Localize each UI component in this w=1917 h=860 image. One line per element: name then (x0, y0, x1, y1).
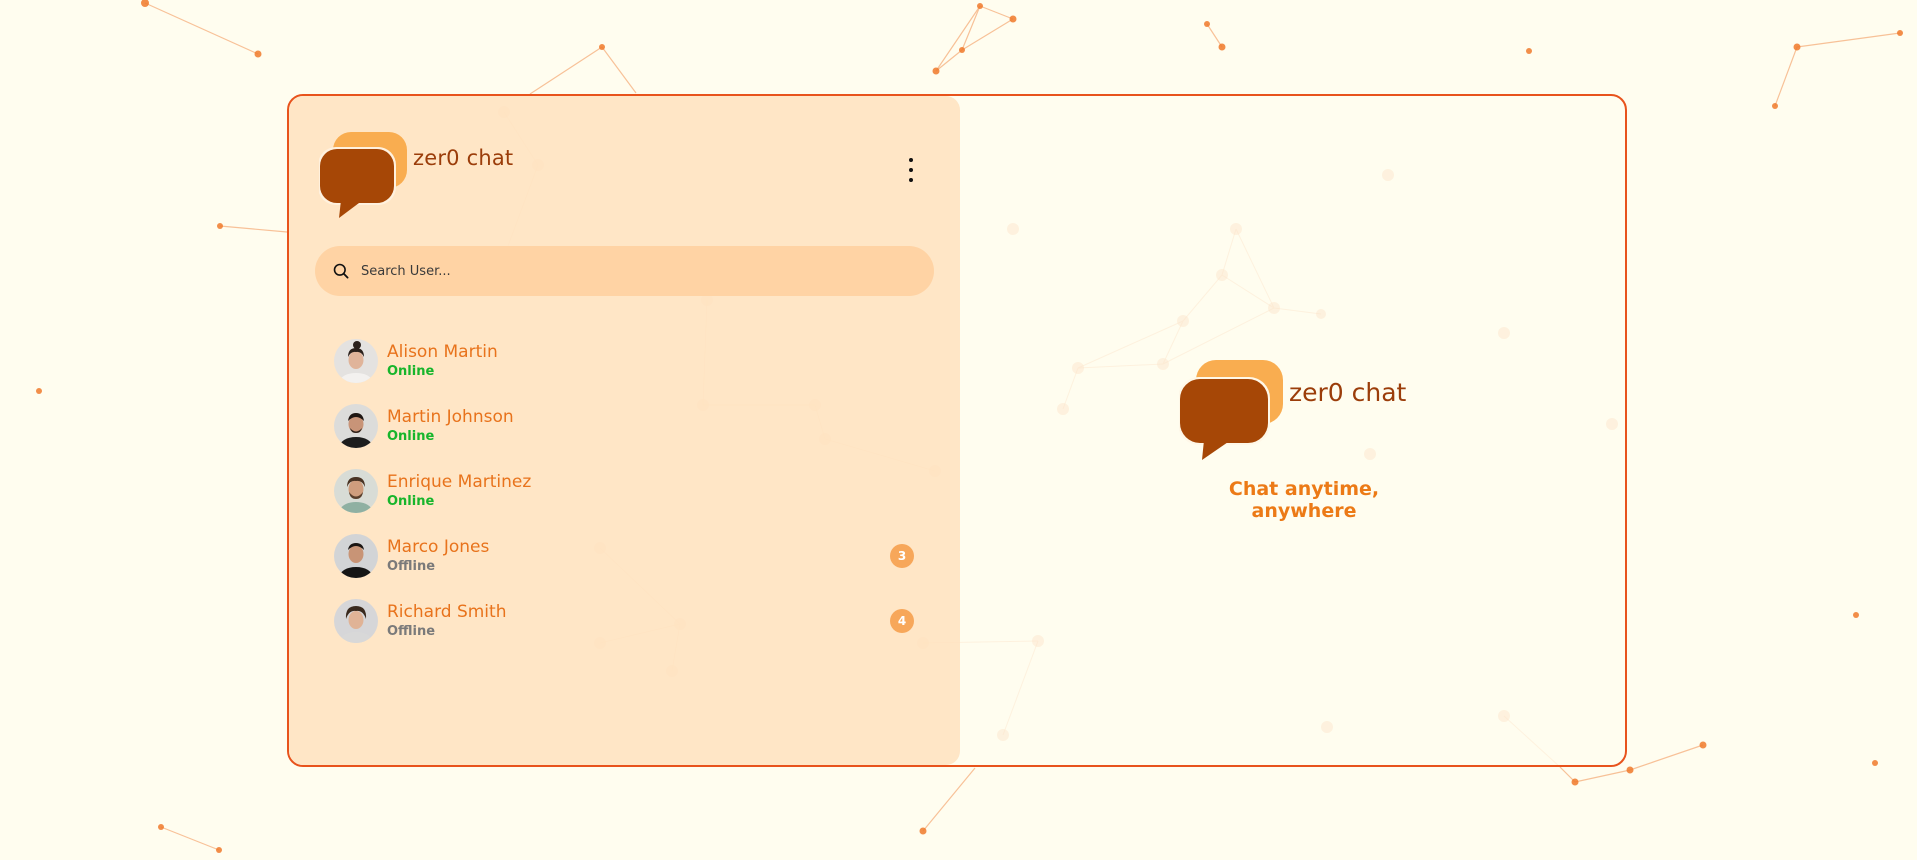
brand-name: zer0 chat (413, 146, 514, 170)
contact-name: Enrique Martinez (387, 471, 532, 492)
contact-richard-smith[interactable]: Richard Smith Offline 4 (334, 588, 914, 653)
status-text: Online (387, 428, 435, 444)
search-bar[interactable] (315, 246, 934, 296)
welcome-brand-name: zer0 chat (1289, 378, 1407, 407)
unread-badge: 4 (890, 609, 914, 633)
contact-name: Marco Jones (387, 536, 490, 557)
unread-badge: 3 (890, 544, 914, 568)
contact-name: Richard Smith (387, 601, 507, 622)
contact-list: Alison Martin Online Martin Johnson Onli… (334, 328, 914, 653)
avatar (334, 403, 378, 448)
avatar (334, 533, 378, 578)
avatar (334, 338, 378, 383)
welcome-panel: zer0 chat Chat anytime, anywhere (1179, 360, 1429, 522)
brand: zer0 chat (319, 132, 513, 218)
avatar (334, 468, 378, 513)
contact-alison-martin[interactable]: Alison Martin Online (334, 328, 914, 393)
status-text: Offline (387, 558, 436, 574)
contact-marco-jones[interactable]: Marco Jones Offline 3 (334, 523, 914, 588)
chat-app-window: zer0 chat Search User... Alison Martin O… (287, 94, 1627, 767)
kebab-menu-icon[interactable] (905, 158, 917, 182)
avatar (334, 598, 378, 643)
chat-bubbles-logo-icon (1179, 360, 1283, 460)
tagline: Chat anytime, anywhere (1228, 478, 1380, 522)
contact-name: Martin Johnson (387, 406, 514, 427)
welcome-brand: zer0 chat (1179, 360, 1429, 460)
status-text: Offline (387, 623, 436, 639)
contact-martin-johnson[interactable]: Martin Johnson Online (334, 393, 914, 458)
contact-enrique-martinez[interactable]: Enrique Martinez Online (334, 458, 914, 523)
status-text: Online (387, 493, 435, 509)
status-text: Online (387, 363, 435, 379)
search-icon (333, 263, 349, 279)
contact-name: Alison Martin (387, 341, 498, 362)
chat-bubbles-logo-icon (319, 132, 407, 218)
search-input[interactable] (359, 262, 903, 280)
sidebar: zer0 chat Search User... Alison Martin O… (289, 96, 960, 765)
